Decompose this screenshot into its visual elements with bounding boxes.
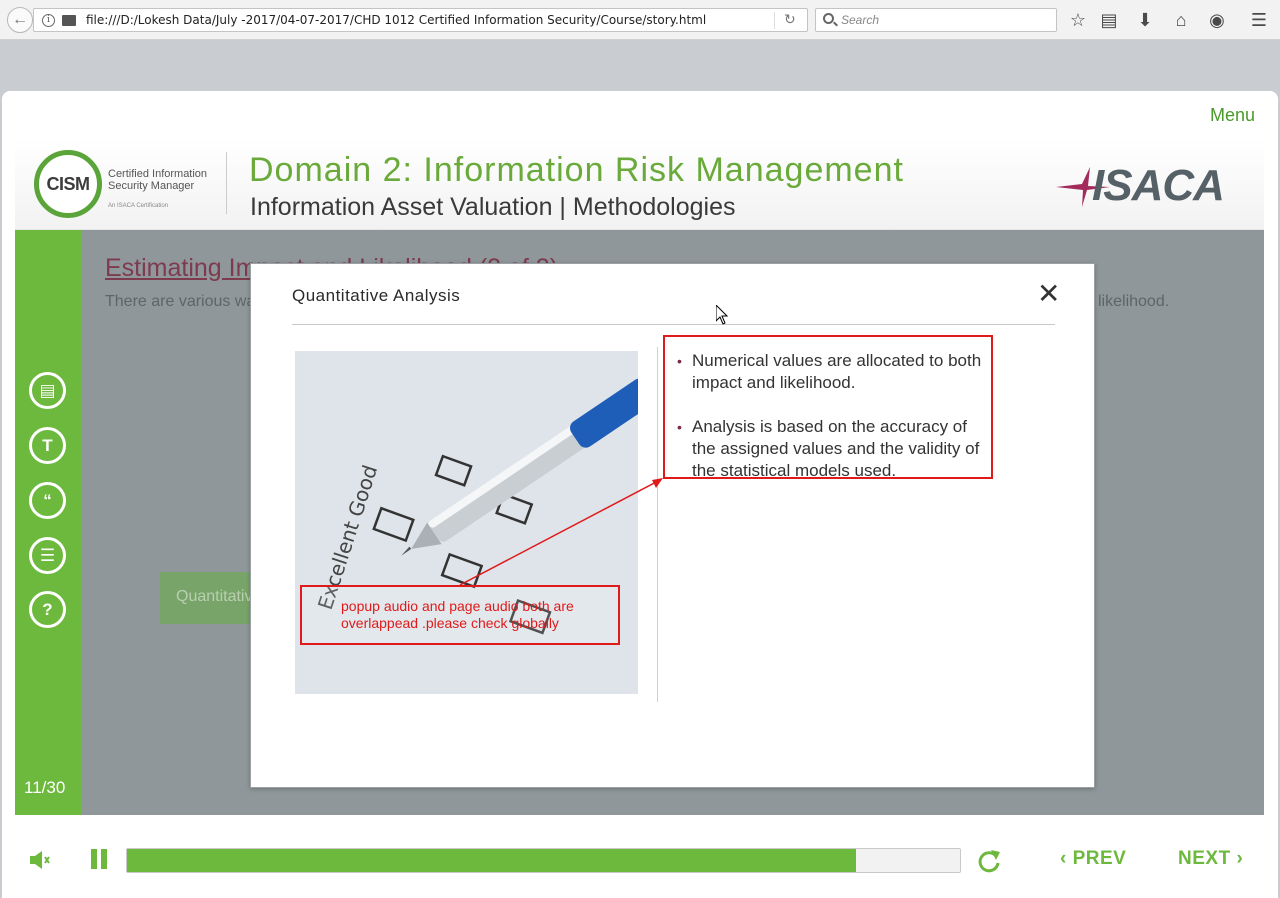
prev-label: PREV (1072, 848, 1127, 869)
cism-tagline: An ISACA Certification (108, 203, 169, 209)
isaca-logo: ISACA (1092, 161, 1225, 210)
pocket-icon[interactable]: ◉ (1205, 8, 1229, 32)
page-icon (62, 15, 76, 26)
cism-subtitle-line1: Certified Information (108, 168, 208, 180)
home-icon[interactable]: ⌂ (1169, 8, 1193, 32)
volume-icon[interactable] (30, 850, 50, 870)
cism-subtitle: Certified Information Security Manager (108, 168, 207, 192)
slide-body-text: There are various wa (105, 293, 256, 310)
reload-icon[interactable]: ↻ (784, 9, 796, 31)
cism-subtitle-line2: Security Manager (108, 180, 195, 192)
close-icon[interactable]: ✕ (1037, 280, 1060, 308)
search-input[interactable]: Search (815, 8, 1057, 32)
search-placeholder: Search (841, 13, 880, 27)
info-icon[interactable]: i (42, 14, 55, 27)
chevron-left-icon: ‹ (1060, 848, 1067, 869)
help-icon[interactable]: ? (29, 591, 66, 628)
back-arrow-icon[interactable]: ← (7, 7, 33, 33)
replay-icon[interactable] (976, 848, 1002, 874)
download-icon[interactable]: ⬇ (1133, 8, 1157, 32)
transcript-icon[interactable]: T (29, 427, 66, 464)
notes-icon[interactable]: ▤ (29, 372, 66, 409)
prev-button[interactable]: ‹ PREV (1060, 848, 1126, 870)
slide-counter: 11/30 (24, 778, 66, 797)
progress-bar[interactable] (126, 848, 961, 873)
browser-toolbar: ← i file:///D:/Lokesh Data/July -2017/04… (0, 0, 1280, 40)
annotation-highlight-box (663, 335, 993, 479)
hamburger-menu-icon[interactable]: ☰ (1247, 8, 1271, 32)
progress-fill (127, 849, 856, 872)
domain-title: Domain 2: Information Risk Management (249, 151, 904, 189)
slide-body-text-end: likelihood. (1098, 293, 1170, 310)
next-button[interactable]: NEXT › (1178, 848, 1243, 870)
popup-vertical-divider (657, 347, 658, 702)
page-subtitle: Information Asset Valuation | Methodolog… (250, 193, 736, 221)
annotation-note: popup audio and page audio both are over… (341, 598, 574, 631)
pause-icon[interactable] (91, 849, 109, 871)
menu-link[interactable]: Menu (1210, 105, 1255, 126)
popup-divider (292, 324, 1055, 325)
bookmark-star-icon[interactable]: ☆ (1066, 8, 1090, 32)
quote-icon[interactable]: “ (29, 482, 66, 519)
reading-list-icon[interactable]: ▤ (1097, 8, 1121, 32)
address-bar[interactable]: i file:///D:/Lokesh Data/July -2017/04-0… (33, 8, 808, 32)
mouse-cursor-icon (716, 305, 728, 325)
chevron-right-icon: › (1236, 848, 1244, 869)
search-icon (823, 13, 834, 24)
urlbar-divider (774, 12, 775, 29)
resources-layers-icon[interactable]: ☰ (29, 537, 66, 574)
popup-title: Quantitative Analysis (292, 286, 461, 305)
next-label: NEXT (1178, 848, 1231, 869)
sidebar (15, 230, 81, 815)
url-text[interactable]: file:///D:/Lokesh Data/July -2017/04-07-… (86, 9, 706, 31)
header-divider (226, 152, 227, 214)
cism-logo: CISM (34, 150, 102, 218)
